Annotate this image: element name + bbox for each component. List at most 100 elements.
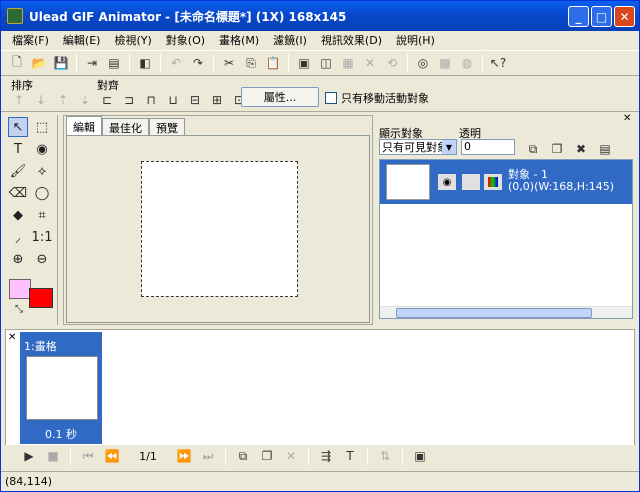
new-file-icon[interactable]: 🗋: [7, 53, 27, 73]
cut-icon[interactable]: ✂: [219, 53, 239, 73]
fill-tool-icon[interactable]: ◆: [8, 205, 28, 225]
add-frame-icon[interactable]: ⧉: [233, 446, 253, 466]
add-video-icon[interactable]: ▤: [104, 53, 124, 73]
stop-icon[interactable]: ■: [43, 446, 63, 466]
text-tool-icon[interactable]: T: [8, 139, 28, 159]
delete-icon[interactable]: ✕: [360, 53, 380, 73]
open-file-icon[interactable]: 📂: [29, 53, 49, 73]
menu-view[interactable]: 檢視(Y): [107, 32, 158, 48]
menu-filter[interactable]: 濾鏡(I): [266, 32, 314, 48]
horizontal-scrollbar[interactable]: [380, 306, 632, 318]
crop-tool-icon[interactable]: ⌗: [32, 205, 52, 225]
align-right-icon[interactable]: ⊐: [119, 90, 139, 110]
pick-tool-icon[interactable]: ↖: [8, 117, 28, 137]
play-icon[interactable]: ▶: [19, 446, 39, 466]
bring-to-front-icon[interactable]: ⇡: [53, 90, 73, 110]
frame-name: 1:畫格: [24, 340, 57, 353]
delete-frame-icon[interactable]: ✕: [281, 446, 301, 466]
eraser-tool-icon[interactable]: ⌫: [8, 183, 28, 203]
main-toolbar: 🗋 📂 💾 ⇥ ▤ ◧ ↶ ↷ ✂ ⎘ 📋 ▣ ◫ ▦ ✕ ⟲ ◎ ▩ ◍ ↖?: [1, 50, 639, 76]
image-canvas[interactable]: [141, 161, 298, 297]
marquee-tool-icon[interactable]: ⬚: [32, 117, 52, 137]
first-frame-icon[interactable]: ⏮: [78, 446, 98, 466]
foreground-color-swatch[interactable]: [9, 279, 31, 299]
window-title: Ulead GIF Animator - [未命名標題*] (1X) 168x1…: [29, 9, 347, 24]
save-icon[interactable]: 💾: [51, 53, 71, 73]
transform-tool-icon[interactable]: ◉: [32, 139, 52, 159]
help-pointer-icon[interactable]: ↖?: [488, 53, 508, 73]
duplicate-frame-icon[interactable]: ◫: [316, 53, 336, 73]
send-to-back-icon[interactable]: ⇣: [75, 90, 95, 110]
frame-properties-icon[interactable]: ▦: [338, 53, 358, 73]
duplicate-frame-icon[interactable]: ❐: [257, 446, 277, 466]
rotate-icon[interactable]: ⟲: [382, 53, 402, 73]
frame-panel-close-icon[interactable]: ✕: [8, 332, 16, 343]
tab-preview[interactable]: 預覽: [149, 118, 185, 136]
next-frame-icon[interactable]: ⏩: [174, 446, 194, 466]
last-frame-icon[interactable]: ⏭: [198, 446, 218, 466]
menu-video-effects[interactable]: 視訊效果(D): [314, 32, 389, 48]
minimize-button[interactable]: _: [568, 6, 589, 27]
tween-icon[interactable]: ⇶: [316, 446, 336, 466]
menu-file[interactable]: 檔案(F): [5, 32, 56, 48]
object-properties-icon[interactable]: ▤: [595, 139, 615, 159]
optimize-wizard-icon[interactable]: ◧: [135, 53, 155, 73]
lasso-tool-icon[interactable]: ◯: [32, 183, 52, 203]
transparency-spinner[interactable]: 0: [461, 139, 515, 155]
color-mode-icon[interactable]: [484, 174, 502, 190]
align-top-icon[interactable]: ⊓: [141, 90, 161, 110]
menu-edit[interactable]: 編輯(E): [56, 32, 108, 48]
frame-counter: 1/1: [139, 449, 157, 463]
status-bar: (84,114): [1, 471, 639, 491]
duplicate-object-icon[interactable]: ❐: [547, 139, 567, 159]
align-bottom-icon[interactable]: ⊔: [163, 90, 183, 110]
zoom-in-tool-icon[interactable]: ⊕: [8, 249, 28, 269]
properties-button[interactable]: 屬性...: [241, 87, 319, 107]
close-button[interactable]: ✕: [614, 6, 635, 27]
new-object-icon[interactable]: ⧉: [523, 139, 543, 159]
redo-icon[interactable]: ↷: [188, 53, 208, 73]
add-image-icon[interactable]: ⇥: [82, 53, 102, 73]
app-icon: [7, 8, 23, 24]
text-banner-icon[interactable]: T: [340, 446, 360, 466]
maximize-button[interactable]: □: [591, 6, 612, 27]
object-panel-close-icon[interactable]: ✕: [623, 113, 631, 124]
frame-properties-icon[interactable]: ▣: [410, 446, 430, 466]
tab-optimize[interactable]: 最佳化: [102, 118, 149, 136]
frame-thumbnail[interactable]: 1:畫格 0.1 秒: [20, 332, 102, 444]
magic-wand-tool-icon[interactable]: ⟡: [32, 161, 52, 181]
object-manager-panel: ✕ 顯示對象 透明 只有可見對象 ▼ 0 ⧉ ❐ ✖ ▤ ◉ 對象 - 1 (0,…: [377, 113, 633, 325]
menu-object[interactable]: 對象(O): [159, 32, 212, 48]
eyedropper-tool-icon[interactable]: ⸝: [8, 227, 28, 247]
browser-preview-icon[interactable]: ◎: [413, 53, 433, 73]
reverse-frames-icon[interactable]: ⇅: [375, 446, 395, 466]
zoom-out-tool-icon[interactable]: ⊖: [32, 249, 52, 269]
app-window: Ulead GIF Animator - [未命名標題*] (1X) 168x1…: [0, 0, 640, 492]
web-icon[interactable]: ◍: [457, 53, 477, 73]
align-left-icon[interactable]: ⊏: [97, 90, 117, 110]
copy-icon[interactable]: ⎘: [241, 53, 261, 73]
align-center-v-icon[interactable]: ⊞: [207, 90, 227, 110]
export-icon[interactable]: ▩: [435, 53, 455, 73]
move-active-only-checkbox[interactable]: [325, 92, 337, 104]
paste-icon[interactable]: 📋: [263, 53, 283, 73]
lock-icon[interactable]: [462, 174, 480, 190]
object-row[interactable]: ◉ 對象 - 1 (0,0)(W:168,H:145): [380, 160, 632, 204]
show-objects-select[interactable]: 只有可見對象 ▼: [379, 139, 457, 155]
menu-frame[interactable]: 畫格(M): [212, 32, 266, 48]
undo-icon[interactable]: ↶: [166, 53, 186, 73]
align-center-h-icon[interactable]: ⊟: [185, 90, 205, 110]
background-color-swatch[interactable]: [29, 288, 53, 308]
eye-icon[interactable]: ◉: [438, 174, 456, 190]
swap-colors-icon[interactable]: ⤡: [9, 299, 29, 319]
previous-frame-icon[interactable]: ⏪: [102, 446, 122, 466]
add-frame-icon[interactable]: ▣: [294, 53, 314, 73]
tab-edit[interactable]: 編輯: [66, 116, 102, 136]
send-backward-icon[interactable]: ↓: [31, 90, 51, 110]
edit-tab-area: [66, 135, 370, 323]
bring-forward-icon[interactable]: ↑: [9, 90, 29, 110]
menu-help[interactable]: 說明(H): [389, 32, 442, 48]
delete-object-icon[interactable]: ✖: [571, 139, 591, 159]
actual-size-tool-icon[interactable]: 1:1: [32, 227, 53, 247]
paintbrush-tool-icon[interactable]: 🖌: [8, 161, 28, 181]
